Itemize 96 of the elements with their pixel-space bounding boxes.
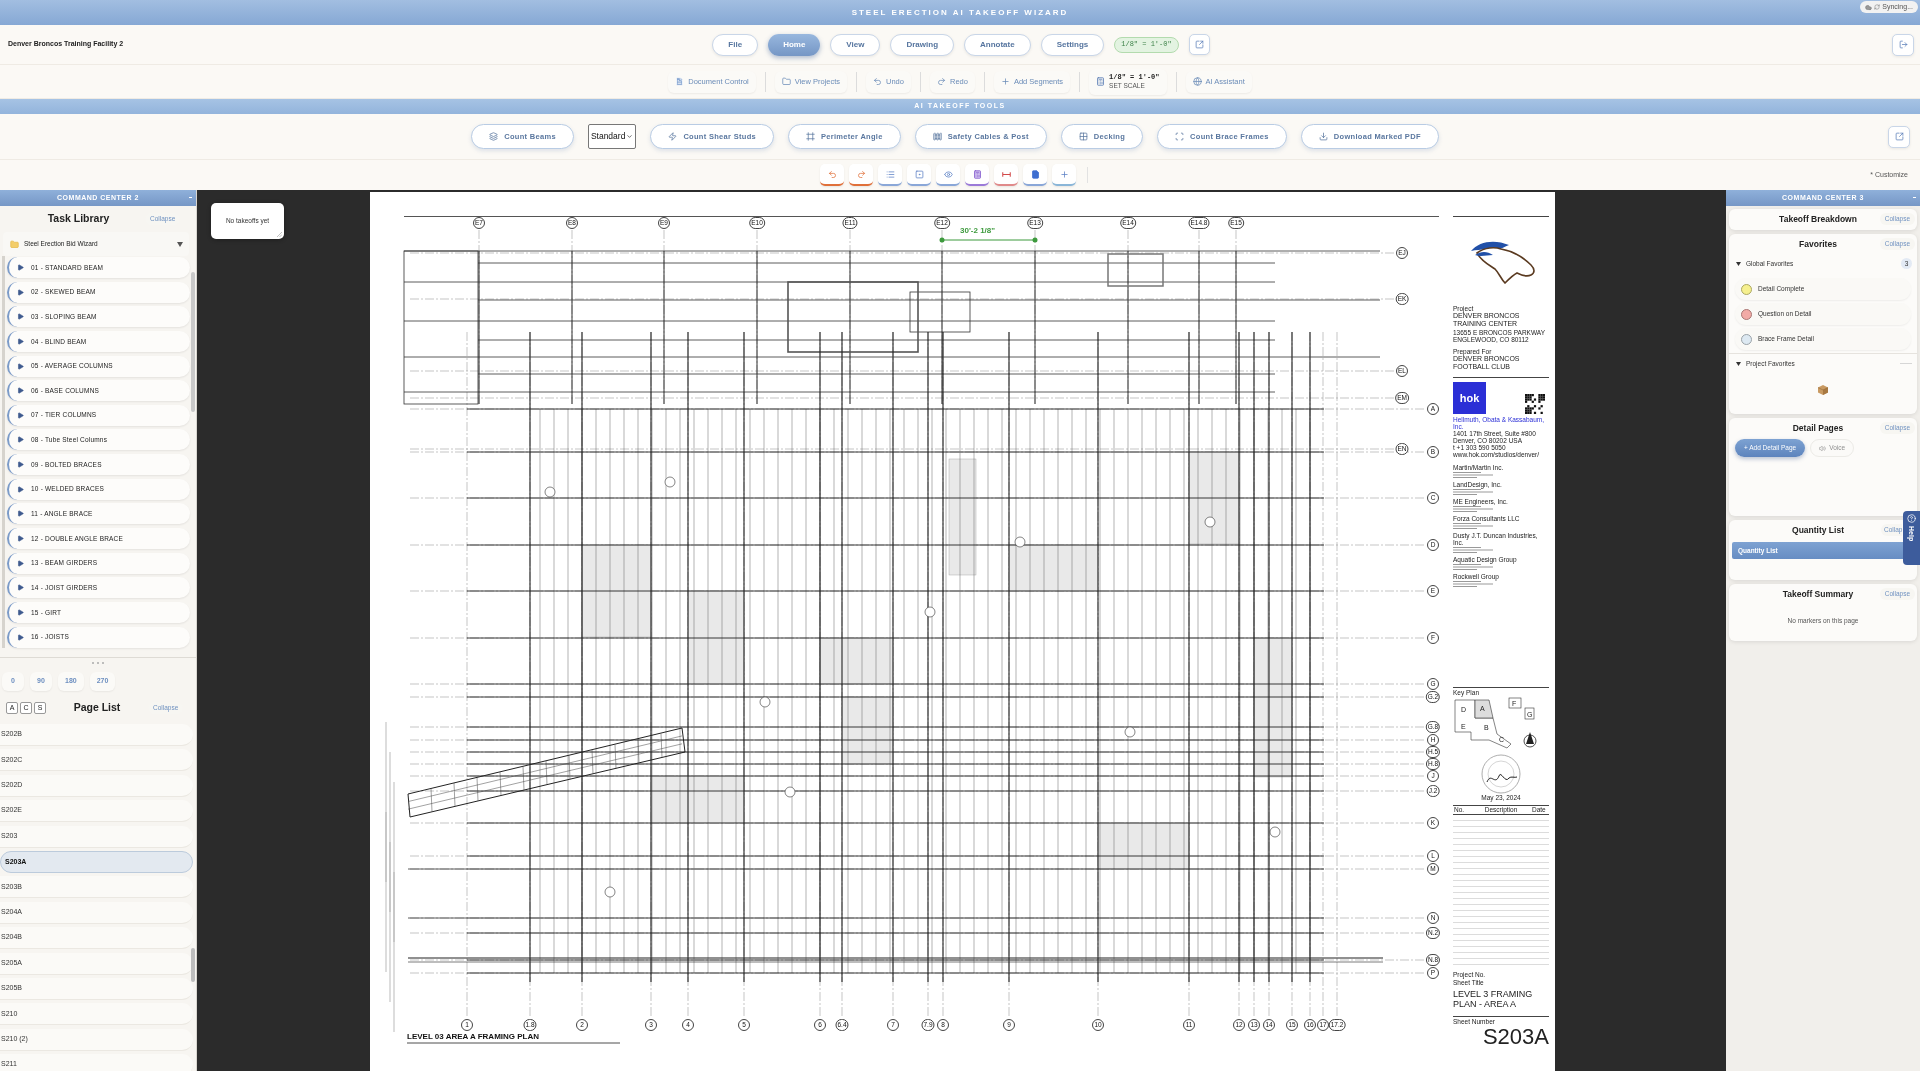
undo-icon [873, 77, 883, 86]
calculator-button[interactable] [965, 164, 989, 186]
menu-tab[interactable]: Settings [1040, 33, 1105, 56]
play-icon [17, 411, 24, 419]
folder-icon [10, 239, 19, 249]
scrollbar[interactable] [191, 948, 195, 982]
help-icon [1907, 514, 1916, 523]
play-icon [17, 510, 24, 518]
external-link-icon [1194, 40, 1204, 49]
dash-icon [1900, 363, 1912, 364]
caret-down-icon [1736, 361, 1741, 366]
card-title: Favorites [1799, 237, 1837, 251]
play-icon [17, 362, 24, 370]
play-icon [17, 337, 24, 345]
box-icon [1818, 385, 1828, 395]
play-icon [17, 485, 24, 493]
logout-button[interactable] [1892, 33, 1914, 56]
menu-tab[interactable]: View [830, 33, 881, 56]
section-heading: Page List [73, 700, 121, 716]
address-lines-drawing [1453, 547, 1493, 553]
caret-down-icon [177, 241, 183, 247]
lightning-icon [668, 132, 678, 141]
speaker-icon [1819, 444, 1827, 452]
frame-icon [806, 132, 815, 141]
undo-icon [827, 169, 837, 179]
visibility-button[interactable] [936, 164, 960, 186]
card-title: Detail Pages [1792, 421, 1844, 435]
calculator-icon [972, 169, 982, 179]
globe-icon [1192, 77, 1202, 86]
plus-icon [1059, 169, 1069, 179]
engineer-seal-drawing [1481, 754, 1521, 794]
play-icon [17, 288, 24, 296]
play-icon [17, 608, 24, 616]
play-icon [17, 313, 24, 321]
app-title: STEEL ERECTION AI TAKEOFF WIZARD [851, 6, 1069, 19]
add-button[interactable] [1052, 164, 1076, 186]
play-icon [17, 461, 24, 469]
plus-icon [1000, 77, 1010, 86]
download-icon [1318, 132, 1328, 141]
play-icon [17, 535, 24, 543]
section-heading: Task Library [47, 211, 110, 227]
dimension-line-icon [1001, 169, 1011, 179]
menu-tab[interactable]: File [712, 33, 759, 56]
architect-logo: hok [1453, 382, 1486, 414]
chevron-down-icon [626, 133, 634, 140]
qr-code-icon [1525, 394, 1545, 414]
address-lines-drawing [1453, 489, 1493, 495]
undo-button[interactable] [820, 164, 844, 186]
refresh-icon [1874, 4, 1881, 10]
address-lines-drawing [1453, 581, 1493, 587]
list-icon [885, 169, 895, 179]
folder-icon [781, 77, 791, 86]
address-lines-drawing [1453, 564, 1493, 570]
grid-icon [1078, 132, 1088, 141]
card-title: Takeoff Breakdown [1779, 212, 1857, 226]
mode-select[interactable]: Standard [587, 124, 637, 149]
address-lines-drawing [1453, 506, 1493, 512]
layers-icon [489, 132, 499, 141]
play-icon [17, 633, 24, 641]
resize-grip-icon[interactable] [92, 661, 104, 664]
eye-icon [943, 169, 953, 179]
external-link-button[interactable] [1888, 125, 1910, 148]
scrollbar[interactable] [191, 272, 195, 412]
calculator-icon [1096, 77, 1106, 86]
list-button[interactable] [878, 164, 902, 186]
select-area-button[interactable] [907, 164, 931, 186]
measure-button[interactable] [994, 164, 1018, 186]
play-icon [17, 584, 24, 592]
resize-handle-icon[interactable] [277, 232, 282, 237]
play-icon [17, 436, 24, 444]
address-lines-drawing [1453, 472, 1493, 478]
redo-icon [936, 77, 946, 86]
cloud-icon [1865, 3, 1873, 11]
plan-title: LEVEL 03 AREA A FRAMING PLAN [407, 1031, 539, 1043]
menu-tab[interactable]: Drawing [890, 33, 954, 56]
fence-icon [932, 132, 942, 141]
document-icon [675, 77, 685, 86]
dimension-label: 30'-2 1/8" [960, 225, 996, 237]
document-button[interactable] [1023, 164, 1047, 186]
menu-tab[interactable]: Annotate [964, 33, 1031, 56]
sheet-title: LEVEL 3 FRAMING PLAN - AREA A [1453, 989, 1534, 1009]
corner-brackets-icon [1175, 132, 1185, 141]
logout-icon [1898, 40, 1908, 49]
redo-icon [856, 169, 866, 179]
document-icon [1030, 169, 1040, 179]
play-icon [17, 264, 24, 271]
external-link-button[interactable] [1188, 34, 1210, 55]
card-title: Takeoff Summary [1782, 587, 1854, 601]
card-title: Quantity List [1792, 523, 1844, 537]
play-icon [17, 559, 24, 567]
external-link-icon [1894, 132, 1904, 141]
play-icon [17, 387, 24, 395]
address-lines-drawing [1453, 523, 1493, 529]
redo-button[interactable] [849, 164, 873, 186]
caret-down-icon [1736, 261, 1741, 266]
sheet-number: S203A [1482, 1025, 1549, 1049]
